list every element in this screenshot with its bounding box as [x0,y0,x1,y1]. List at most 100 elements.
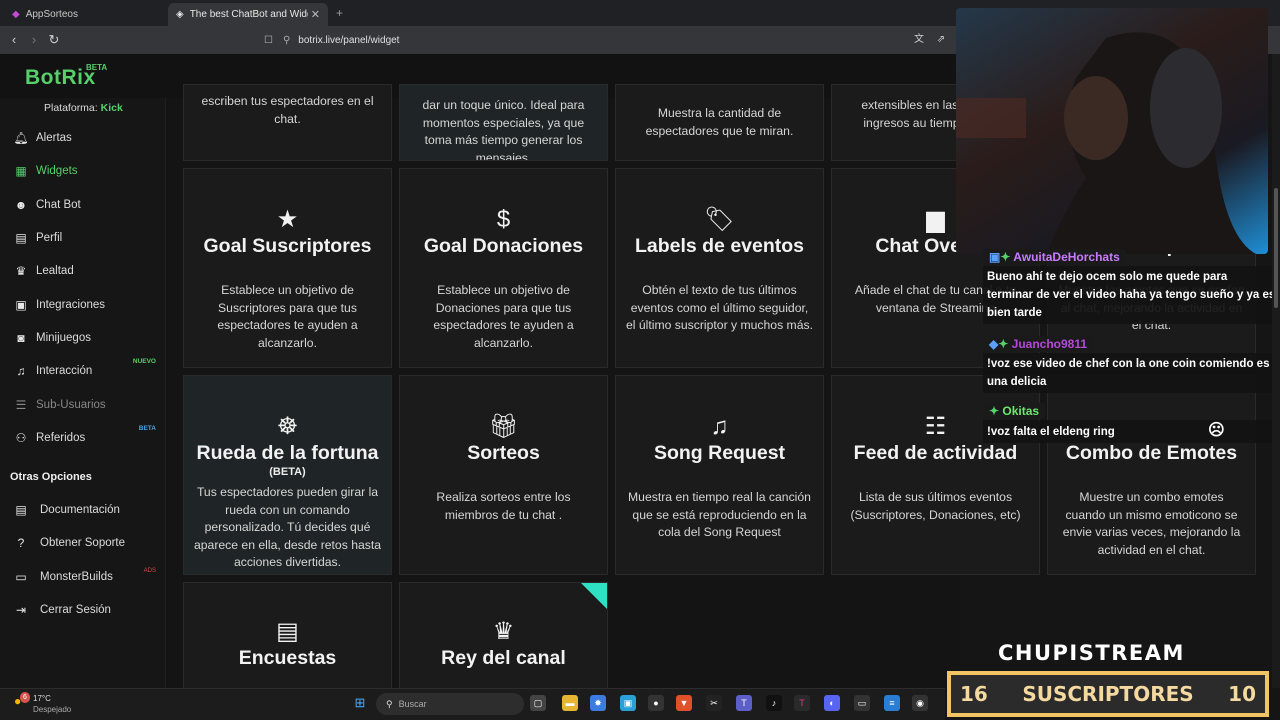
widget-card-rey-canal[interactable]: ♛ Rey del canal [399,582,608,692]
widget-card-sorteos[interactable]: 🎁︎ Sorteos Realiza sorteos entre los mie… [399,375,608,575]
sub-badge-icon: ✦ [989,404,1000,418]
chat-username: ▣✦ AwuitaDeHorchats [983,249,1126,265]
brave-icon[interactable]: ▼ [676,695,692,711]
stream-brand-text: CHUPISTREAM [998,641,1185,665]
new-tab-icon[interactable]: + [336,6,343,20]
taskbar-search[interactable]: ⚲ Buscar [376,693,524,715]
notepad-icon[interactable]: ≡ [884,695,900,711]
tab-label: The best ChatBot and Widgets f [189,9,308,20]
widget-card-desc: Realiza sorteos entre los miembros de tu… [436,490,571,522]
widget-card-title: Goal Suscriptores [203,235,372,257]
tab-label: AppSorteos [25,9,78,20]
widget-card-title: Sorteos [467,442,540,464]
sidebar-item-interaccion[interactable]: ♫ Interacción NUEVO [0,354,166,387]
platform-value: Kick [100,102,123,114]
widget-card-labels-eventos[interactable]: 🏷︎ Labels de eventos Obtén el texto de t… [615,168,824,368]
sidebar-item-label: Minijuegos [36,331,91,344]
sidebar-item-minijuegos[interactable]: ◙ Minijuegos [0,321,166,354]
teams-icon[interactable]: T [736,695,752,711]
tab-favicon-icon: ◆ [12,9,20,20]
widget-card-rueda-fortuna[interactable]: ☸ Rueda de la fortuna (BETA) Tus especta… [183,375,392,575]
badge-icon: ▣ [989,250,1001,264]
app-icon[interactable]: ◉ [912,695,928,711]
text-app-icon[interactable]: T [794,695,810,711]
sidebar-item-perfil[interactable]: ▤ Perfil [0,221,166,254]
terminal-icon[interactable]: ▭ [854,695,870,711]
sidebar-item-sub-usuarios[interactable]: ☰ Sub-Usuarios [0,388,166,421]
other-options-header: Otras Opciones [10,471,92,483]
sidebar-item-soporte[interactable]: ? Obtener Soporte [0,526,166,559]
poll-icon: ▤ [276,618,299,645]
file-explorer-icon[interactable]: ▬ [562,695,578,711]
windows-start-icon[interactable]: ⊞ [352,695,368,711]
copilot-icon[interactable]: ✸ [590,695,606,711]
translate-icon[interactable]: 文 [910,31,928,49]
widget-card-title: Feed de actividad [853,442,1018,464]
tab-close-icon[interactable]: ✕ [311,8,320,21]
browser-tab-botrix[interactable]: ◈ The best ChatBot and Widgets f ✕ [168,3,328,26]
weather-widget[interactable]: 6 ● 17°C Despejado [14,692,71,715]
widget-card-desc: Muestra en tiempo real la canción que se… [628,490,811,539]
widget-card-desc: Muestra la cantidad de espectadores que … [645,106,794,138]
sub-goal: 10 [1228,682,1256,706]
widget-card-partial[interactable]: Muestra la cantidad de espectadores que … [615,84,824,161]
logout-icon: ⇥ [15,602,27,617]
platform-label: Plataforma: [44,102,98,114]
widget-card-partial[interactable]: dar un toque único. Ideal para momentos … [399,84,608,161]
scrollbar-thumb[interactable] [1274,188,1278,308]
bookmark-icon[interactable]: ☐ [264,35,273,46]
emote-icon: ☹ [1208,422,1225,439]
search-icon: ⚲ [386,698,393,709]
chat-text: !voz falta el eldeng ring ☹ [983,420,1280,443]
task-view-icon[interactable]: ▢ [530,695,546,711]
store-icon[interactable]: ▣ [620,695,636,711]
sidebar-item-cerrar-sesion[interactable]: ⇥ Cerrar Sesión [0,593,166,626]
new-ribbon [581,583,607,609]
sidebar-item-alertas[interactable]: 🔔︎ Alertas [0,121,166,154]
users-icon: ☰ [15,397,27,412]
sidebar-item-monsterbuilds[interactable]: ▭ MonsterBuilds ADS [0,560,166,593]
widget-card-desc: Lista de sus últimos eventos (Suscriptor… [850,490,1021,522]
tags-icon: 🏷︎ [704,206,735,233]
search-placeholder: Buscar [398,699,427,709]
sidebar-item-label: Perfil [36,231,63,244]
tiktok-icon[interactable]: ♪ [766,695,782,711]
page-scrollbar[interactable] [1272,54,1280,688]
sub-badge-icon: ✦ [998,337,1009,351]
share-icon[interactable]: ⇗ [932,31,950,49]
sun-icon: ● [14,694,22,708]
widget-card-subtitle: (BETA) [269,466,306,478]
capcut-icon[interactable]: ✂ [706,695,722,711]
ads-badge: ADS [143,568,156,574]
widget-card-partial[interactable]: escriben tus espectadores en el chat. [183,84,392,161]
sidebar-item-label: Cerrar Sesión [40,603,111,616]
browser-tab-appsorteos[interactable]: ◆ AppSorteos [4,3,164,26]
docs-icon: ▤ [15,502,27,517]
sidebar-item-integraciones[interactable]: ▣ Integraciones [0,288,166,321]
sub-label: SUSCRIPTORES [1022,682,1194,706]
widget-card-desc: Establece un objetivo de Suscriptores pa… [217,283,358,350]
chat-text: Bueno ahí te dejo ocem solo me quede par… [983,266,1280,324]
sidebar-item-label: Sub-Usuarios [36,398,106,411]
obs-icon[interactable]: ● [648,695,664,711]
sidebar-item-label: Widgets [36,164,78,177]
widget-card-song-request[interactable]: ♫ Song Request Muestra en tiempo real la… [615,375,824,575]
site-info-icon[interactable]: ⚲ [283,35,290,46]
sidebar-item-label: Alertas [36,131,72,144]
discord-icon[interactable]: ◐ [824,695,840,711]
forward-icon[interactable]: › [25,31,43,49]
sidebar-item-documentacion[interactable]: ▤ Documentación [0,493,166,526]
sidebar-item-widgets[interactable]: ▦ Widgets [0,154,166,187]
back-icon[interactable]: ‹ [5,31,23,49]
widget-card-desc: Tus espectadores pueden girar la rueda c… [194,485,382,569]
widget-card-goal-donaciones[interactable]: $ Goal Donaciones Establece un objetivo … [399,168,608,368]
widget-card-title: Labels de eventos [634,235,805,257]
widget-card-encuestas[interactable]: ▤ Encuestas [183,582,392,692]
address-bar[interactable]: ☐ ⚲ botrix.live/panel/widget [254,29,954,51]
reload-icon[interactable]: ↻ [45,31,63,49]
widget-card-goal-suscriptores[interactable]: ★ Goal Suscriptores Establece un objetiv… [183,168,392,368]
chat-username: ✦ Okitas [983,403,1046,419]
sidebar-item-referidos[interactable]: ⚇ Referidos BETA [0,421,166,454]
sidebar-item-chat-bot[interactable]: ☻ Chat Bot [0,188,166,221]
sidebar-item-lealtad[interactable]: ♛ Lealtad [0,254,166,287]
